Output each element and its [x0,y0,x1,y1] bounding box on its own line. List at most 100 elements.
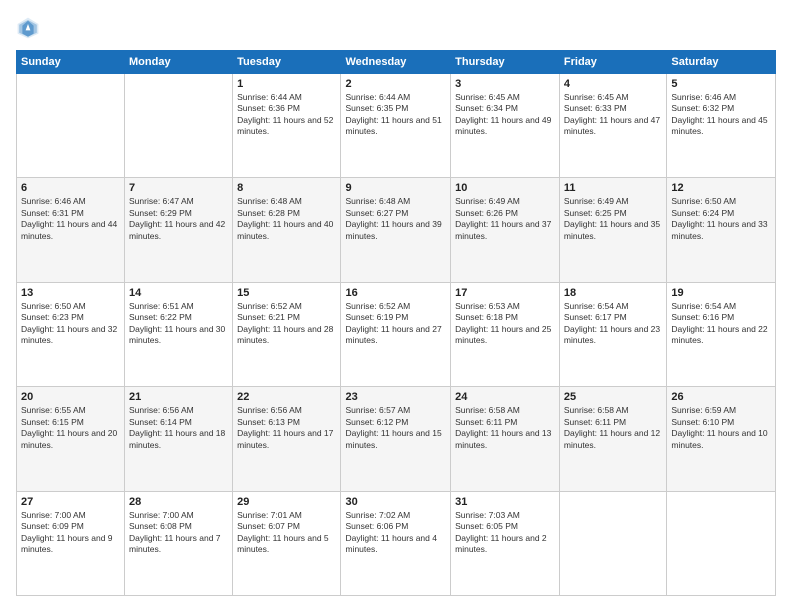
day-number: 2 [345,78,446,90]
day-number: 8 [237,182,336,194]
day-content: Sunrise: 6:58 AM Sunset: 6:11 PM Dayligh… [455,405,555,451]
calendar-cell: 13 Sunrise: 6:50 AM Sunset: 6:23 PM Dayli… [17,282,125,386]
day-content: Sunrise: 6:48 AM Sunset: 6:28 PM Dayligh… [237,196,336,242]
calendar-week-5: 27Sunrise: 7:00 AM Sunset: 6:09 PM Dayli… [17,491,776,595]
day-content: Sunrise: 6:49 AM Sunset: 6:26 PM Dayligh… [455,196,555,242]
calendar-cell: 28 Sunrise: 7:00 AM Sunset: 6:08 PM Dayli… [125,491,233,595]
calendar-cell: 4Sunrise: 6:45 AM Sunset: 6:33 PM Daylig… [559,74,666,178]
header [16,16,776,40]
calendar-cell: 26 Sunrise: 6:59 AM Sunset: 6:10 PM Dayli… [667,387,776,491]
day-number: 13 [21,287,120,299]
calendar-cell: 17Sunrise: 6:53 AM Sunset: 6:18 PM Dayli… [451,282,560,386]
day-number: 30 [345,496,446,508]
col-friday: Friday [559,51,666,74]
day-content: Sunrise: 7:02 AM Sunset: 6:06 PM Dayligh… [345,510,446,556]
day-content: Sunrise: 6:56 AM Sunset: 6:13 PM Dayligh… [237,405,336,451]
calendar-week-4: 20 Sunrise: 6:55 AM Sunset: 6:15 PM Dayli… [17,387,776,491]
day-content: Sunrise: 6:45 AM Sunset: 6:33 PM Dayligh… [564,92,662,138]
day-content: Sunrise: 6:55 AM Sunset: 6:15 PM Dayligh… [21,405,120,451]
calendar-cell: 16Sunrise: 6:52 AM Sunset: 6:19 PM Dayli… [341,282,451,386]
col-wednesday: Wednesday [341,51,451,74]
calendar-cell: 18 Sunrise: 6:54 AM Sunset: 6:17 PM Dayli… [559,282,666,386]
day-number: 10 [455,182,555,194]
calendar-cell [667,491,776,595]
day-number: 1 [237,78,336,90]
calendar-cell [125,74,233,178]
calendar-cell: 22 Sunrise: 6:56 AM Sunset: 6:13 PM Dayli… [233,387,341,491]
calendar-cell: 29 Sunrise: 7:01 AM Sunset: 6:07 PM Dayli… [233,491,341,595]
col-monday: Monday [125,51,233,74]
calendar-week-3: 13 Sunrise: 6:50 AM Sunset: 6:23 PM Dayli… [17,282,776,386]
day-number: 12 [671,182,771,194]
day-number: 29 [237,496,336,508]
day-content: Sunrise: 7:03 AM Sunset: 6:05 PM Dayligh… [455,510,555,556]
day-content: Sunrise: 6:58 AM Sunset: 6:11 PM Dayligh… [564,405,662,451]
day-number: 19 [671,287,771,299]
day-content: Sunrise: 7:01 AM Sunset: 6:07 PM Dayligh… [237,510,336,556]
day-content: Sunrise: 6:48 AM Sunset: 6:27 PM Dayligh… [345,196,446,242]
calendar-cell: 5 Sunrise: 6:46 AM Sunset: 6:32 PM Daylig… [667,74,776,178]
day-number: 3 [455,78,555,90]
day-number: 15 [237,287,336,299]
calendar-cell: 7Sunrise: 6:47 AM Sunset: 6:29 PM Daylig… [125,178,233,282]
day-content: Sunrise: 6:54 AM Sunset: 6:16 PM Dayligh… [671,301,771,347]
calendar-cell: 24Sunrise: 6:58 AM Sunset: 6:11 PM Dayli… [451,387,560,491]
calendar-body: 1 Sunrise: 6:44 AM Sunset: 6:36 PM Daylig… [17,74,776,596]
day-content: Sunrise: 6:52 AM Sunset: 6:21 PM Dayligh… [237,301,336,347]
calendar-cell: 21Sunrise: 6:56 AM Sunset: 6:14 PM Dayli… [125,387,233,491]
calendar-cell: 31 Sunrise: 7:03 AM Sunset: 6:05 PM Dayli… [451,491,560,595]
calendar-cell: 3 Sunrise: 6:45 AM Sunset: 6:34 PM Daylig… [451,74,560,178]
day-content: Sunrise: 6:44 AM Sunset: 6:35 PM Dayligh… [345,92,446,138]
day-number: 5 [671,78,771,90]
calendar-cell: 8 Sunrise: 6:48 AM Sunset: 6:28 PM Daylig… [233,178,341,282]
calendar-cell: 25Sunrise: 6:58 AM Sunset: 6:11 PM Dayli… [559,387,666,491]
calendar-cell: 1 Sunrise: 6:44 AM Sunset: 6:36 PM Daylig… [233,74,341,178]
calendar-week-2: 6Sunrise: 6:46 AM Sunset: 6:31 PM Daylig… [17,178,776,282]
calendar-cell: 11 Sunrise: 6:49 AM Sunset: 6:25 PM Dayli… [559,178,666,282]
day-content: Sunrise: 6:50 AM Sunset: 6:23 PM Dayligh… [21,301,120,347]
calendar-cell: 14 Sunrise: 6:51 AM Sunset: 6:22 PM Dayli… [125,282,233,386]
day-number: 28 [129,496,228,508]
day-content: Sunrise: 6:44 AM Sunset: 6:36 PM Dayligh… [237,92,336,138]
day-number: 18 [564,287,662,299]
day-content: Sunrise: 6:49 AM Sunset: 6:25 PM Dayligh… [564,196,662,242]
calendar-cell [17,74,125,178]
day-number: 17 [455,287,555,299]
day-content: Sunrise: 6:45 AM Sunset: 6:34 PM Dayligh… [455,92,555,138]
day-number: 22 [237,391,336,403]
day-number: 11 [564,182,662,194]
calendar-cell: 6Sunrise: 6:46 AM Sunset: 6:31 PM Daylig… [17,178,125,282]
day-content: Sunrise: 6:54 AM Sunset: 6:17 PM Dayligh… [564,301,662,347]
day-number: 7 [129,182,228,194]
day-number: 6 [21,182,120,194]
calendar-week-1: 1 Sunrise: 6:44 AM Sunset: 6:36 PM Daylig… [17,74,776,178]
day-number: 20 [21,391,120,403]
day-number: 14 [129,287,228,299]
calendar-table: Sunday Monday Tuesday Wednesday Thursday… [16,50,776,596]
day-number: 9 [345,182,446,194]
day-number: 23 [345,391,446,403]
calendar-cell: 15 Sunrise: 6:52 AM Sunset: 6:21 PM Dayli… [233,282,341,386]
calendar-header: Sunday Monday Tuesday Wednesday Thursday… [17,51,776,74]
day-content: Sunrise: 6:51 AM Sunset: 6:22 PM Dayligh… [129,301,228,347]
col-saturday: Saturday [667,51,776,74]
calendar-cell: 23 Sunrise: 6:57 AM Sunset: 6:12 PM Dayli… [341,387,451,491]
calendar-cell: 30 Sunrise: 7:02 AM Sunset: 6:06 PM Dayli… [341,491,451,595]
col-tuesday: Tuesday [233,51,341,74]
page: Sunday Monday Tuesday Wednesday Thursday… [0,0,792,612]
day-number: 31 [455,496,555,508]
calendar-cell: 2 Sunrise: 6:44 AM Sunset: 6:35 PM Daylig… [341,74,451,178]
day-content: Sunrise: 7:00 AM Sunset: 6:08 PM Dayligh… [129,510,228,556]
day-content: Sunrise: 6:46 AM Sunset: 6:32 PM Dayligh… [671,92,771,138]
day-content: Sunrise: 6:59 AM Sunset: 6:10 PM Dayligh… [671,405,771,451]
day-content: Sunrise: 6:57 AM Sunset: 6:12 PM Dayligh… [345,405,446,451]
day-number: 16 [345,287,446,299]
day-content: Sunrise: 6:56 AM Sunset: 6:14 PM Dayligh… [129,405,228,451]
calendar-cell: 20 Sunrise: 6:55 AM Sunset: 6:15 PM Dayli… [17,387,125,491]
calendar-cell: 19 Sunrise: 6:54 AM Sunset: 6:16 PM Dayli… [667,282,776,386]
calendar-cell [559,491,666,595]
day-number: 26 [671,391,771,403]
calendar-cell: 9 Sunrise: 6:48 AM Sunset: 6:27 PM Daylig… [341,178,451,282]
day-content: Sunrise: 7:00 AM Sunset: 6:09 PM Dayligh… [21,510,120,556]
logo [16,16,44,40]
